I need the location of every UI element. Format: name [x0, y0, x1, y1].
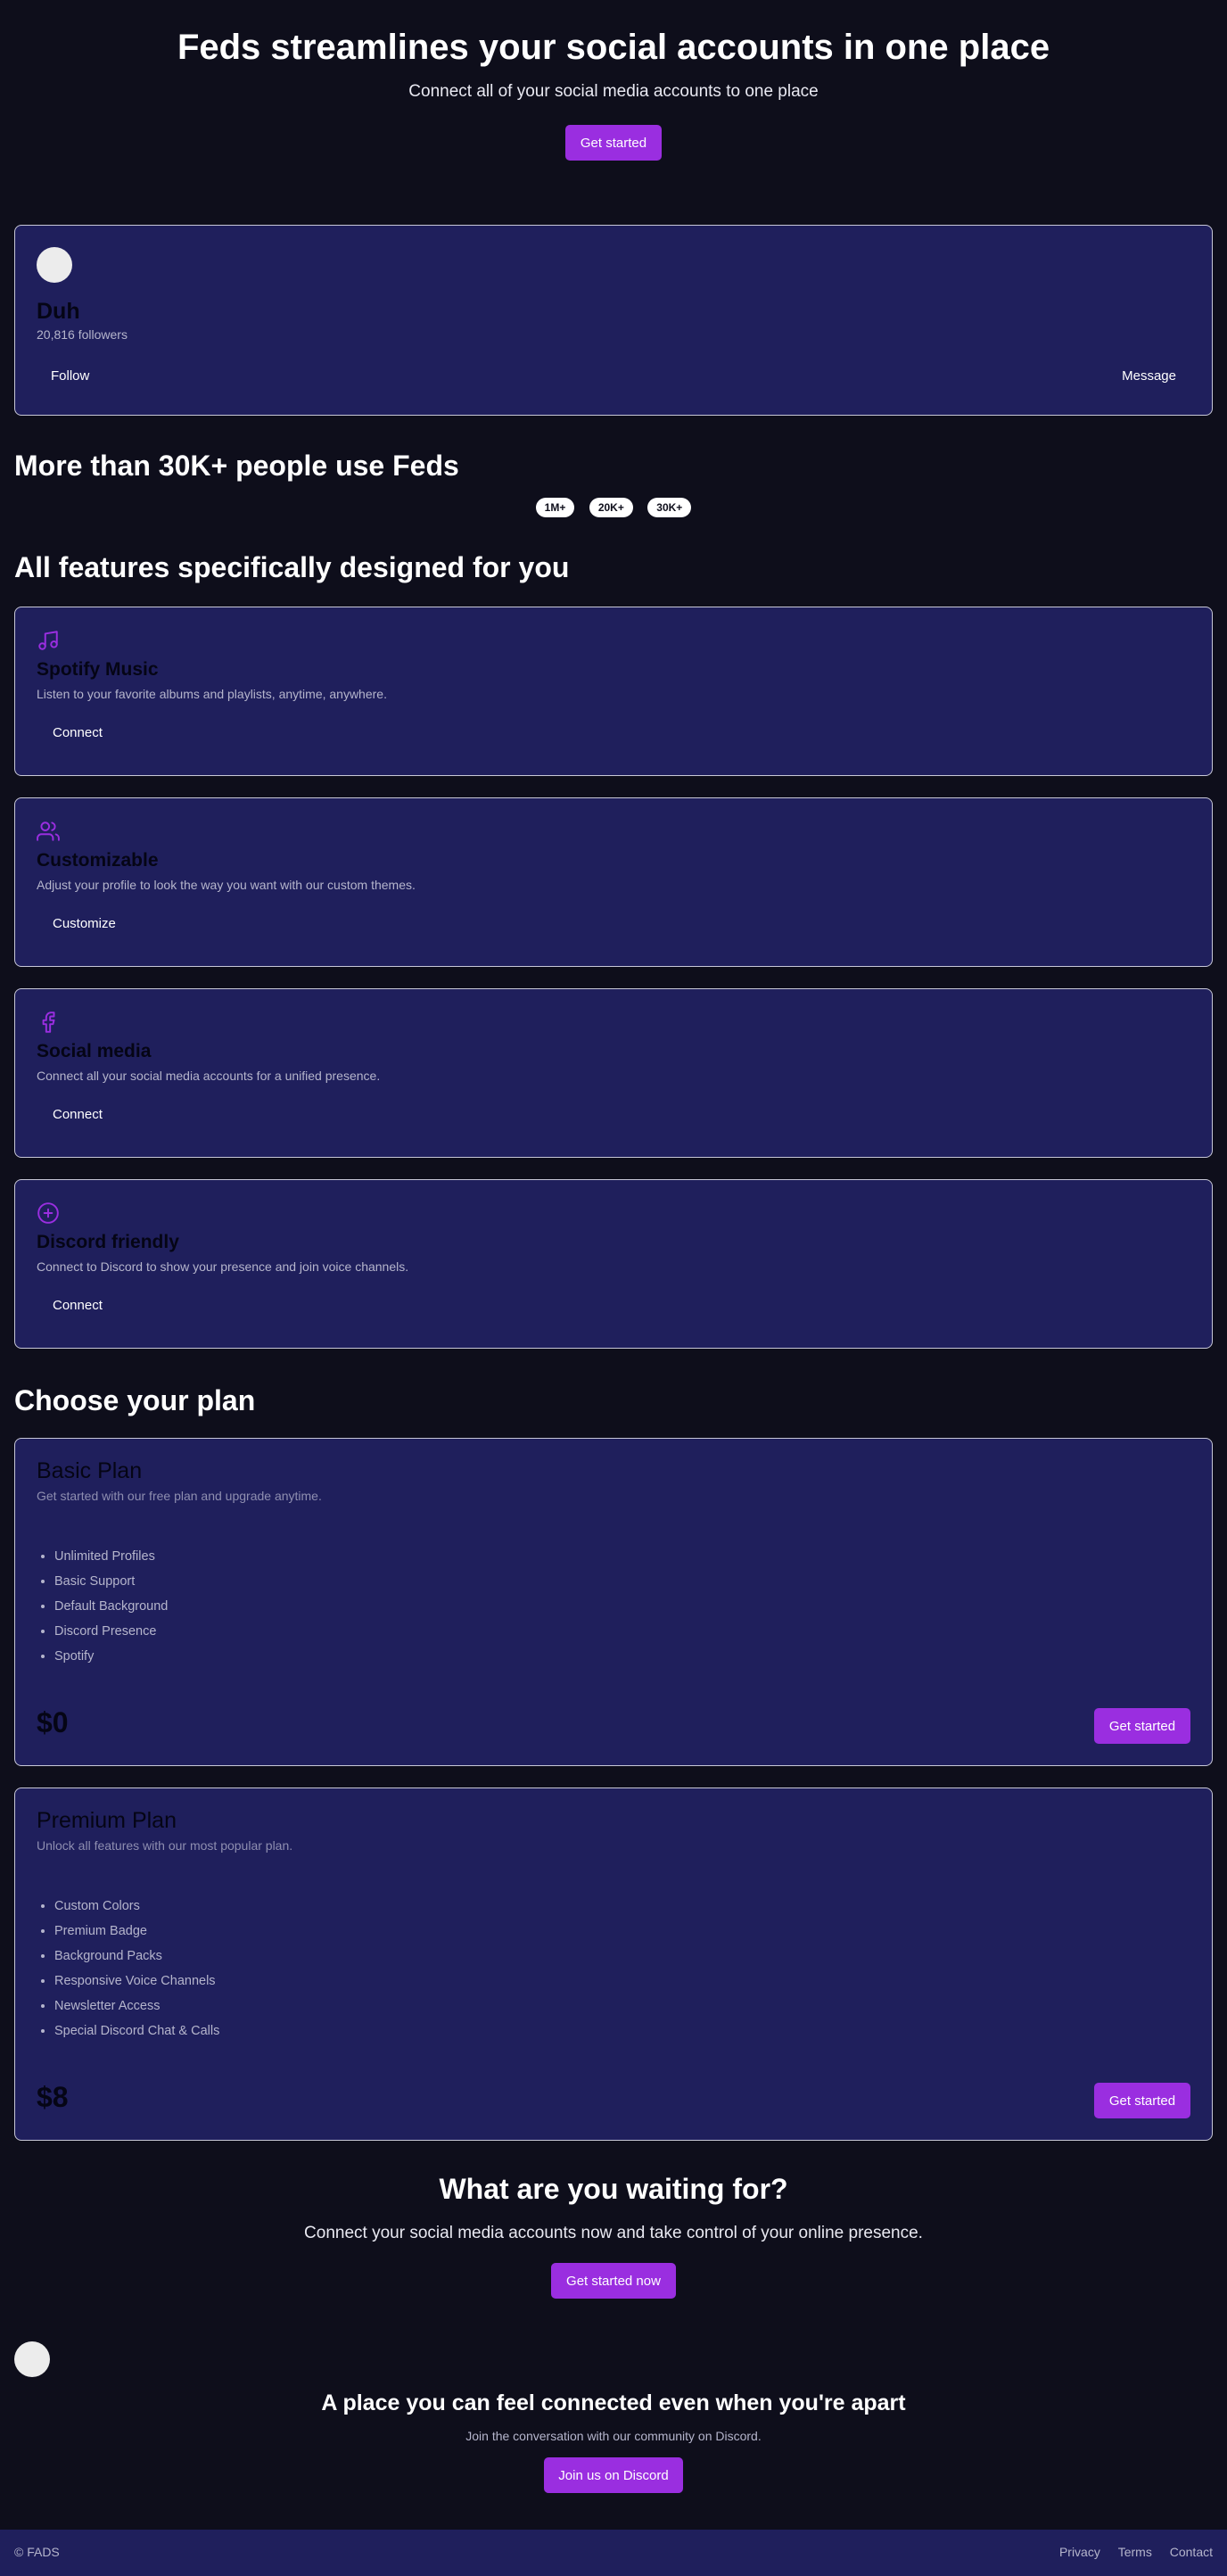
- discord-section: A place you can feel connected even when…: [0, 2390, 1227, 2493]
- plan-card-premium: Premium Plan Unlock all features with ou…: [14, 1788, 1213, 2141]
- plan-description: Unlock all features with our most popula…: [37, 1838, 293, 1853]
- music-note-icon: [38, 631, 58, 650]
- users-icon: [37, 822, 60, 841]
- join-discord-button[interactable]: Join us on Discord: [544, 2457, 683, 2493]
- copyright-text: © FADS: [14, 2545, 60, 2559]
- stat-badge: 1M+: [535, 498, 575, 517]
- list-item: Default Background: [54, 1594, 168, 1619]
- feature-title: Customizable: [37, 850, 159, 871]
- connect-discord-button[interactable]: Connect: [53, 1298, 103, 1313]
- plan-feature-list: Unlimited Profiles Basic Support Default…: [54, 1544, 168, 1669]
- hero-get-started-button[interactable]: Get started: [565, 125, 662, 161]
- footer: © FADS Privacy Terms Contact: [0, 2530, 1227, 2576]
- premium-get-started-button[interactable]: Get started: [1094, 2083, 1190, 2118]
- stats-row: 1M+ 20K+ 30K+: [0, 498, 1227, 517]
- feature-description: Listen to your favorite albums and playl…: [37, 687, 387, 701]
- plan-feature-list: Custom Colors Premium Badge Background P…: [54, 1894, 219, 2043]
- profile-name: Duh: [37, 299, 80, 324]
- feature-title: Discord friendly: [37, 1232, 179, 1252]
- list-item: Background Packs: [54, 1944, 219, 1969]
- list-item: Basic Support: [54, 1569, 168, 1594]
- feature-description: Adjust your profile to look the way you …: [37, 878, 416, 892]
- hero-section: Feds streamlines your social accounts in…: [0, 0, 1227, 205]
- footer-links: Privacy Terms Contact: [1045, 2545, 1213, 2559]
- list-item: Custom Colors: [54, 1894, 219, 1919]
- feature-description: Connect to Discord to show your presence…: [37, 1259, 409, 1274]
- list-item: Discord Presence: [54, 1619, 168, 1644]
- feature-title: Social media: [37, 1041, 152, 1061]
- stat-badge: 30K+: [647, 498, 692, 517]
- list-item: Unlimited Profiles: [54, 1544, 168, 1569]
- plan-price: $8: [37, 2081, 69, 2113]
- feature-card-spotify: Spotify Music Listen to your favorite al…: [14, 607, 1213, 776]
- list-item: Responsive Voice Channels: [54, 1969, 219, 1994]
- follower-count: 20,816 followers: [37, 327, 128, 342]
- contact-link[interactable]: Contact: [1170, 2545, 1213, 2559]
- profile-card: Duh 20,816 followers Follow Message: [14, 225, 1213, 416]
- basic-get-started-button[interactable]: Get started: [1094, 1708, 1190, 1744]
- connect-social-button[interactable]: Connect: [53, 1107, 103, 1122]
- connect-spotify-button[interactable]: Connect: [53, 725, 103, 740]
- cta-title: What are you waiting for?: [439, 2173, 788, 2205]
- discord-title: A place you can feel connected even when…: [321, 2390, 906, 2415]
- plan-card-basic: Basic Plan Get started with our free pla…: [14, 1438, 1213, 1766]
- list-item: Special Discord Chat & Calls: [54, 2019, 219, 2043]
- feature-card-customizable: Customizable Adjust your profile to look…: [14, 797, 1213, 967]
- feature-card-discord: Discord friendly Connect to Discord to s…: [14, 1179, 1213, 1349]
- cta-section: What are you waiting for? Connect your s…: [0, 2173, 1227, 2299]
- message-button[interactable]: Message: [1122, 368, 1176, 384]
- features-title: All features specifically designed for y…: [14, 551, 570, 583]
- privacy-link[interactable]: Privacy: [1059, 2545, 1100, 2559]
- stat-badge: 20K+: [589, 498, 633, 517]
- facebook-icon: [42, 1011, 55, 1033]
- cta-subtitle: Connect your social media accounts now a…: [304, 2224, 923, 2242]
- list-item: Spotify: [54, 1644, 168, 1669]
- customize-button[interactable]: Customize: [53, 916, 116, 931]
- feature-card-social-media: Social media Connect all your social med…: [14, 988, 1213, 1158]
- plans-title: Choose your plan: [14, 1384, 256, 1416]
- circle-plus-icon: [37, 1202, 59, 1224]
- social-proof-title: More than 30K+ people use Feds: [14, 450, 459, 482]
- plan-price: $0: [37, 1706, 69, 1738]
- plan-description: Get started with our free plan and upgra…: [37, 1489, 322, 1503]
- get-started-now-button[interactable]: Get started now: [551, 2263, 676, 2299]
- follow-button[interactable]: Follow: [51, 368, 89, 384]
- feature-description: Connect all your social media accounts f…: [37, 1069, 381, 1083]
- feature-title: Spotify Music: [37, 659, 159, 680]
- hero-title: Feds streamlines your social accounts in…: [177, 28, 1050, 67]
- hero-subtitle: Connect all of your social media account…: [408, 82, 819, 101]
- discord-avatar: [14, 2341, 50, 2377]
- plan-name: Premium Plan: [37, 1808, 177, 1833]
- list-item: Premium Badge: [54, 1919, 219, 1944]
- terms-link[interactable]: Terms: [1118, 2545, 1152, 2559]
- discord-subtitle: Join the conversation with our community…: [465, 2429, 762, 2443]
- plan-name: Basic Plan: [37, 1458, 143, 1483]
- avatar: [37, 247, 72, 283]
- list-item: Newsletter Access: [54, 1994, 219, 2019]
